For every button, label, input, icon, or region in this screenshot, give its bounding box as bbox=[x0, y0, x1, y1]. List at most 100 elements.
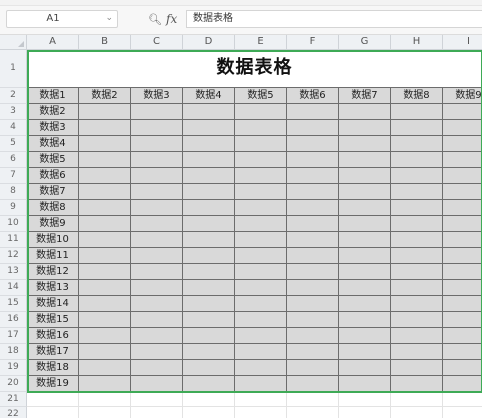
table-cell[interactable] bbox=[79, 232, 131, 248]
table-cell[interactable] bbox=[443, 120, 482, 136]
table-row-label-cell[interactable]: 数据19 bbox=[27, 376, 79, 392]
table-cell[interactable] bbox=[287, 328, 339, 344]
table-cell[interactable] bbox=[183, 200, 235, 216]
table-header-cell[interactable]: 数据1 bbox=[27, 88, 79, 104]
table-cell[interactable] bbox=[235, 136, 287, 152]
table-cell[interactable] bbox=[183, 280, 235, 296]
table-cell[interactable] bbox=[339, 216, 391, 232]
table-cell[interactable] bbox=[391, 376, 443, 392]
row-header-11[interactable]: 11 bbox=[0, 232, 27, 248]
table-cell[interactable] bbox=[131, 200, 183, 216]
table-cell[interactable] bbox=[287, 232, 339, 248]
table-cell[interactable] bbox=[287, 184, 339, 200]
table-cell[interactable] bbox=[131, 344, 183, 360]
table-cell[interactable] bbox=[183, 328, 235, 344]
table-cell[interactable] bbox=[443, 344, 482, 360]
empty-cell[interactable] bbox=[131, 392, 183, 407]
row-header-10[interactable]: 10 bbox=[0, 216, 27, 232]
row-header-5[interactable]: 5 bbox=[0, 136, 27, 152]
table-cell[interactable] bbox=[183, 184, 235, 200]
column-header-g[interactable]: G bbox=[339, 35, 391, 50]
table-header-cell[interactable]: 数据5 bbox=[235, 88, 287, 104]
table-cell[interactable] bbox=[339, 280, 391, 296]
table-cell[interactable] bbox=[131, 136, 183, 152]
table-cell[interactable] bbox=[131, 280, 183, 296]
table-cell[interactable] bbox=[339, 232, 391, 248]
table-cell[interactable] bbox=[443, 328, 482, 344]
table-cell[interactable] bbox=[287, 136, 339, 152]
row-header-17[interactable]: 17 bbox=[0, 328, 27, 344]
column-header-b[interactable]: B bbox=[79, 35, 131, 50]
table-cell[interactable] bbox=[183, 344, 235, 360]
table-cell[interactable] bbox=[339, 184, 391, 200]
table-cell[interactable] bbox=[339, 200, 391, 216]
table-row-label-cell[interactable]: 数据2 bbox=[27, 104, 79, 120]
table-cell[interactable] bbox=[79, 168, 131, 184]
row-header-15[interactable]: 15 bbox=[0, 296, 27, 312]
table-cell[interactable] bbox=[287, 200, 339, 216]
table-cell[interactable] bbox=[79, 216, 131, 232]
empty-cell[interactable] bbox=[79, 407, 131, 418]
table-cell[interactable] bbox=[131, 312, 183, 328]
table-cell[interactable] bbox=[391, 264, 443, 280]
table-cell[interactable] bbox=[443, 168, 482, 184]
column-header-a[interactable]: A bbox=[27, 35, 79, 50]
table-cell[interactable] bbox=[235, 168, 287, 184]
table-cell[interactable] bbox=[391, 136, 443, 152]
empty-cell[interactable] bbox=[183, 392, 235, 407]
table-cell[interactable] bbox=[131, 120, 183, 136]
table-cell[interactable] bbox=[287, 216, 339, 232]
table-cell[interactable] bbox=[391, 152, 443, 168]
table-header-cell[interactable]: 数据4 bbox=[183, 88, 235, 104]
table-cell[interactable] bbox=[79, 328, 131, 344]
table-cell[interactable] bbox=[443, 104, 482, 120]
table-cell[interactable] bbox=[443, 280, 482, 296]
table-cell[interactable] bbox=[339, 328, 391, 344]
table-cell[interactable] bbox=[443, 232, 482, 248]
table-cell[interactable] bbox=[287, 104, 339, 120]
table-cell[interactable] bbox=[287, 248, 339, 264]
table-cell[interactable] bbox=[391, 200, 443, 216]
table-cell[interactable] bbox=[79, 184, 131, 200]
table-cell[interactable] bbox=[79, 376, 131, 392]
table-cell[interactable] bbox=[391, 232, 443, 248]
table-cell[interactable] bbox=[287, 264, 339, 280]
table-cell[interactable] bbox=[339, 360, 391, 376]
table-cell[interactable] bbox=[79, 152, 131, 168]
table-cell[interactable] bbox=[131, 248, 183, 264]
table-cell[interactable] bbox=[287, 376, 339, 392]
row-header-20[interactable]: 20 bbox=[0, 376, 27, 392]
table-cell[interactable] bbox=[183, 216, 235, 232]
empty-cell[interactable] bbox=[27, 392, 79, 407]
row-header-7[interactable]: 7 bbox=[0, 168, 27, 184]
table-row-label-cell[interactable]: 数据5 bbox=[27, 152, 79, 168]
table-cell[interactable] bbox=[339, 376, 391, 392]
table-cell[interactable] bbox=[131, 296, 183, 312]
row-header-2[interactable]: 2 bbox=[0, 88, 27, 104]
table-cell[interactable] bbox=[79, 264, 131, 280]
table-cell[interactable] bbox=[391, 312, 443, 328]
table-cell[interactable] bbox=[131, 168, 183, 184]
column-header-i[interactable]: I bbox=[443, 35, 482, 50]
table-cell[interactable] bbox=[287, 152, 339, 168]
table-cell[interactable] bbox=[79, 360, 131, 376]
table-row-label-cell[interactable]: 数据3 bbox=[27, 120, 79, 136]
table-cell[interactable] bbox=[443, 152, 482, 168]
table-cell[interactable] bbox=[391, 168, 443, 184]
table-cell[interactable] bbox=[235, 344, 287, 360]
table-row-label-cell[interactable]: 数据6 bbox=[27, 168, 79, 184]
table-cell[interactable] bbox=[235, 360, 287, 376]
table-cell[interactable] bbox=[183, 232, 235, 248]
table-cell[interactable] bbox=[79, 296, 131, 312]
row-header-9[interactable]: 9 bbox=[0, 200, 27, 216]
table-row-label-cell[interactable]: 数据9 bbox=[27, 216, 79, 232]
table-cell[interactable] bbox=[339, 168, 391, 184]
table-title-cell[interactable]: 数据表格 bbox=[27, 50, 482, 88]
empty-cell[interactable] bbox=[235, 392, 287, 407]
row-header-21[interactable]: 21 bbox=[0, 392, 27, 407]
empty-cell[interactable] bbox=[287, 407, 339, 418]
table-cell[interactable] bbox=[183, 120, 235, 136]
table-cell[interactable] bbox=[443, 200, 482, 216]
formula-input[interactable]: 数据表格 bbox=[186, 10, 482, 28]
empty-cell[interactable] bbox=[79, 392, 131, 407]
